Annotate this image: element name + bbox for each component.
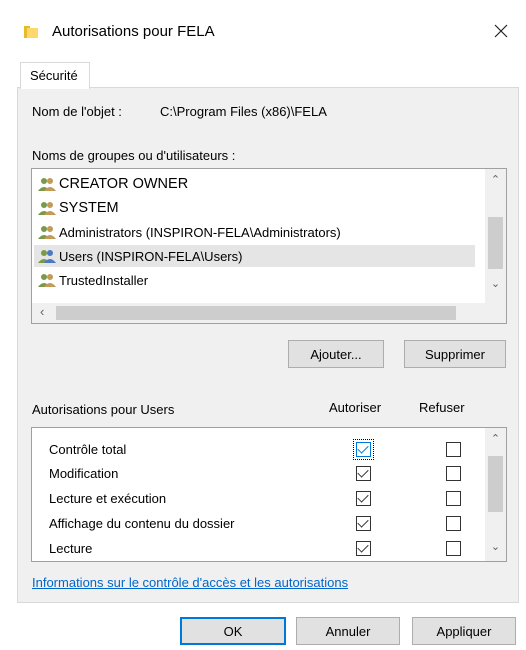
- add-button-label: Ajouter...: [310, 346, 362, 362]
- deny-checkbox[interactable]: [446, 491, 461, 506]
- list-item[interactable]: CREATOR OWNER: [38, 173, 188, 195]
- permission-label: Affichage du contenu du dossier: [49, 515, 235, 531]
- object-name-value: C:\Program Files (x86)\FELA: [160, 104, 327, 119]
- groups-horizontal-scrollbar[interactable]: ‹ ›: [32, 303, 504, 323]
- permission-label: Contrôle total: [49, 441, 127, 457]
- permission-label: Modification: [49, 465, 119, 481]
- cancel-button[interactable]: Annuler: [296, 617, 400, 645]
- title-bar: Autorisations pour FELA: [0, 0, 526, 58]
- users-icon: [38, 202, 56, 215]
- apply-button[interactable]: Appliquer: [412, 617, 516, 645]
- permission-row: Lecture: [49, 537, 92, 559]
- users-icon: [38, 226, 56, 239]
- ok-button[interactable]: OK: [180, 617, 286, 645]
- groups-vertical-scrollbar[interactable]: ⌃ ⌄: [485, 169, 506, 303]
- groups-listbox[interactable]: CREATOR OWNER SYSTEM Administrators (INS…: [31, 168, 507, 324]
- list-item[interactable]: Administrators (INSPIRON-FELA\Administra…: [38, 221, 341, 243]
- users-icon: [38, 250, 56, 263]
- remove-button-label: Supprimer: [425, 346, 485, 362]
- permission-row: Modification: [49, 462, 118, 484]
- permission-label: Lecture et exécution: [49, 490, 167, 506]
- access-control-info-link[interactable]: Informations sur le contrôle d'accès et …: [32, 575, 348, 590]
- tab-security-label: Sécurité: [30, 68, 78, 83]
- allow-checkbox[interactable]: [353, 439, 374, 460]
- close-button[interactable]: [486, 16, 516, 46]
- add-button[interactable]: Ajouter...: [288, 340, 384, 368]
- permission-row: Lecture et exécution: [49, 487, 166, 509]
- list-item-selected[interactable]: Users (INSPIRON-FELA\Users): [34, 245, 475, 267]
- users-icon: [38, 178, 56, 191]
- chevron-up-icon[interactable]: ⌃: [485, 173, 506, 186]
- allow-checkbox[interactable]: [356, 466, 371, 481]
- list-item-label: TrustedInstaller: [59, 272, 149, 288]
- list-item-label: Administrators (INSPIRON-FELA\Administra…: [59, 224, 341, 240]
- permission-label: Lecture: [49, 540, 93, 556]
- cancel-button-label: Annuler: [325, 623, 371, 639]
- list-item[interactable]: TrustedInstaller: [38, 269, 148, 291]
- scrollbar-thumb[interactable]: [56, 306, 456, 320]
- deny-column-header: Refuser: [419, 400, 465, 415]
- window-title: Autorisations pour FELA: [52, 23, 215, 40]
- permissions-vertical-scrollbar[interactable]: ⌃ ⌄: [485, 428, 506, 561]
- deny-checkbox[interactable]: [446, 466, 461, 481]
- permissions-list: Contrôle total Modification Lecture et e…: [31, 427, 507, 562]
- deny-checkbox[interactable]: [446, 541, 461, 556]
- list-item-label: Users (INSPIRON-FELA\Users): [59, 248, 243, 264]
- deny-checkbox[interactable]: [446, 516, 461, 531]
- ok-button-label: OK: [223, 623, 243, 639]
- chevron-down-icon[interactable]: ⌄: [485, 277, 506, 290]
- remove-button[interactable]: Supprimer: [404, 340, 506, 368]
- list-item-label: CREATOR OWNER: [59, 176, 189, 192]
- tab-security[interactable]: Sécurité: [20, 62, 90, 89]
- scrollbar-corner: [485, 303, 506, 323]
- list-item[interactable]: SYSTEM: [38, 197, 119, 219]
- scrollbar-thumb[interactable]: [488, 456, 503, 512]
- allow-column-header: Autoriser: [329, 400, 382, 415]
- apply-button-label: Appliquer: [436, 623, 492, 639]
- allow-checkbox[interactable]: [356, 541, 371, 556]
- folder-icon: [24, 26, 38, 38]
- allow-checkbox[interactable]: [356, 516, 371, 531]
- object-name-label: Nom de l'objet :: [32, 104, 122, 119]
- chevron-up-icon[interactable]: ⌃: [485, 432, 506, 445]
- allow-checkbox[interactable]: [356, 491, 371, 506]
- permission-row: Affichage du contenu du dossier: [49, 512, 235, 534]
- chevron-down-icon[interactable]: ⌄: [485, 540, 506, 553]
- scrollbar-thumb[interactable]: [488, 217, 503, 269]
- close-icon: [494, 24, 508, 38]
- permissions-label: Autorisations pour Users: [32, 402, 175, 417]
- permission-row: Contrôle total: [49, 438, 126, 460]
- users-icon: [38, 274, 56, 287]
- chevron-left-icon[interactable]: ‹: [40, 304, 44, 319]
- list-item-label: SYSTEM: [59, 200, 119, 216]
- groups-label: Noms de groupes ou d'utilisateurs :: [32, 148, 236, 163]
- deny-checkbox[interactable]: [446, 442, 461, 457]
